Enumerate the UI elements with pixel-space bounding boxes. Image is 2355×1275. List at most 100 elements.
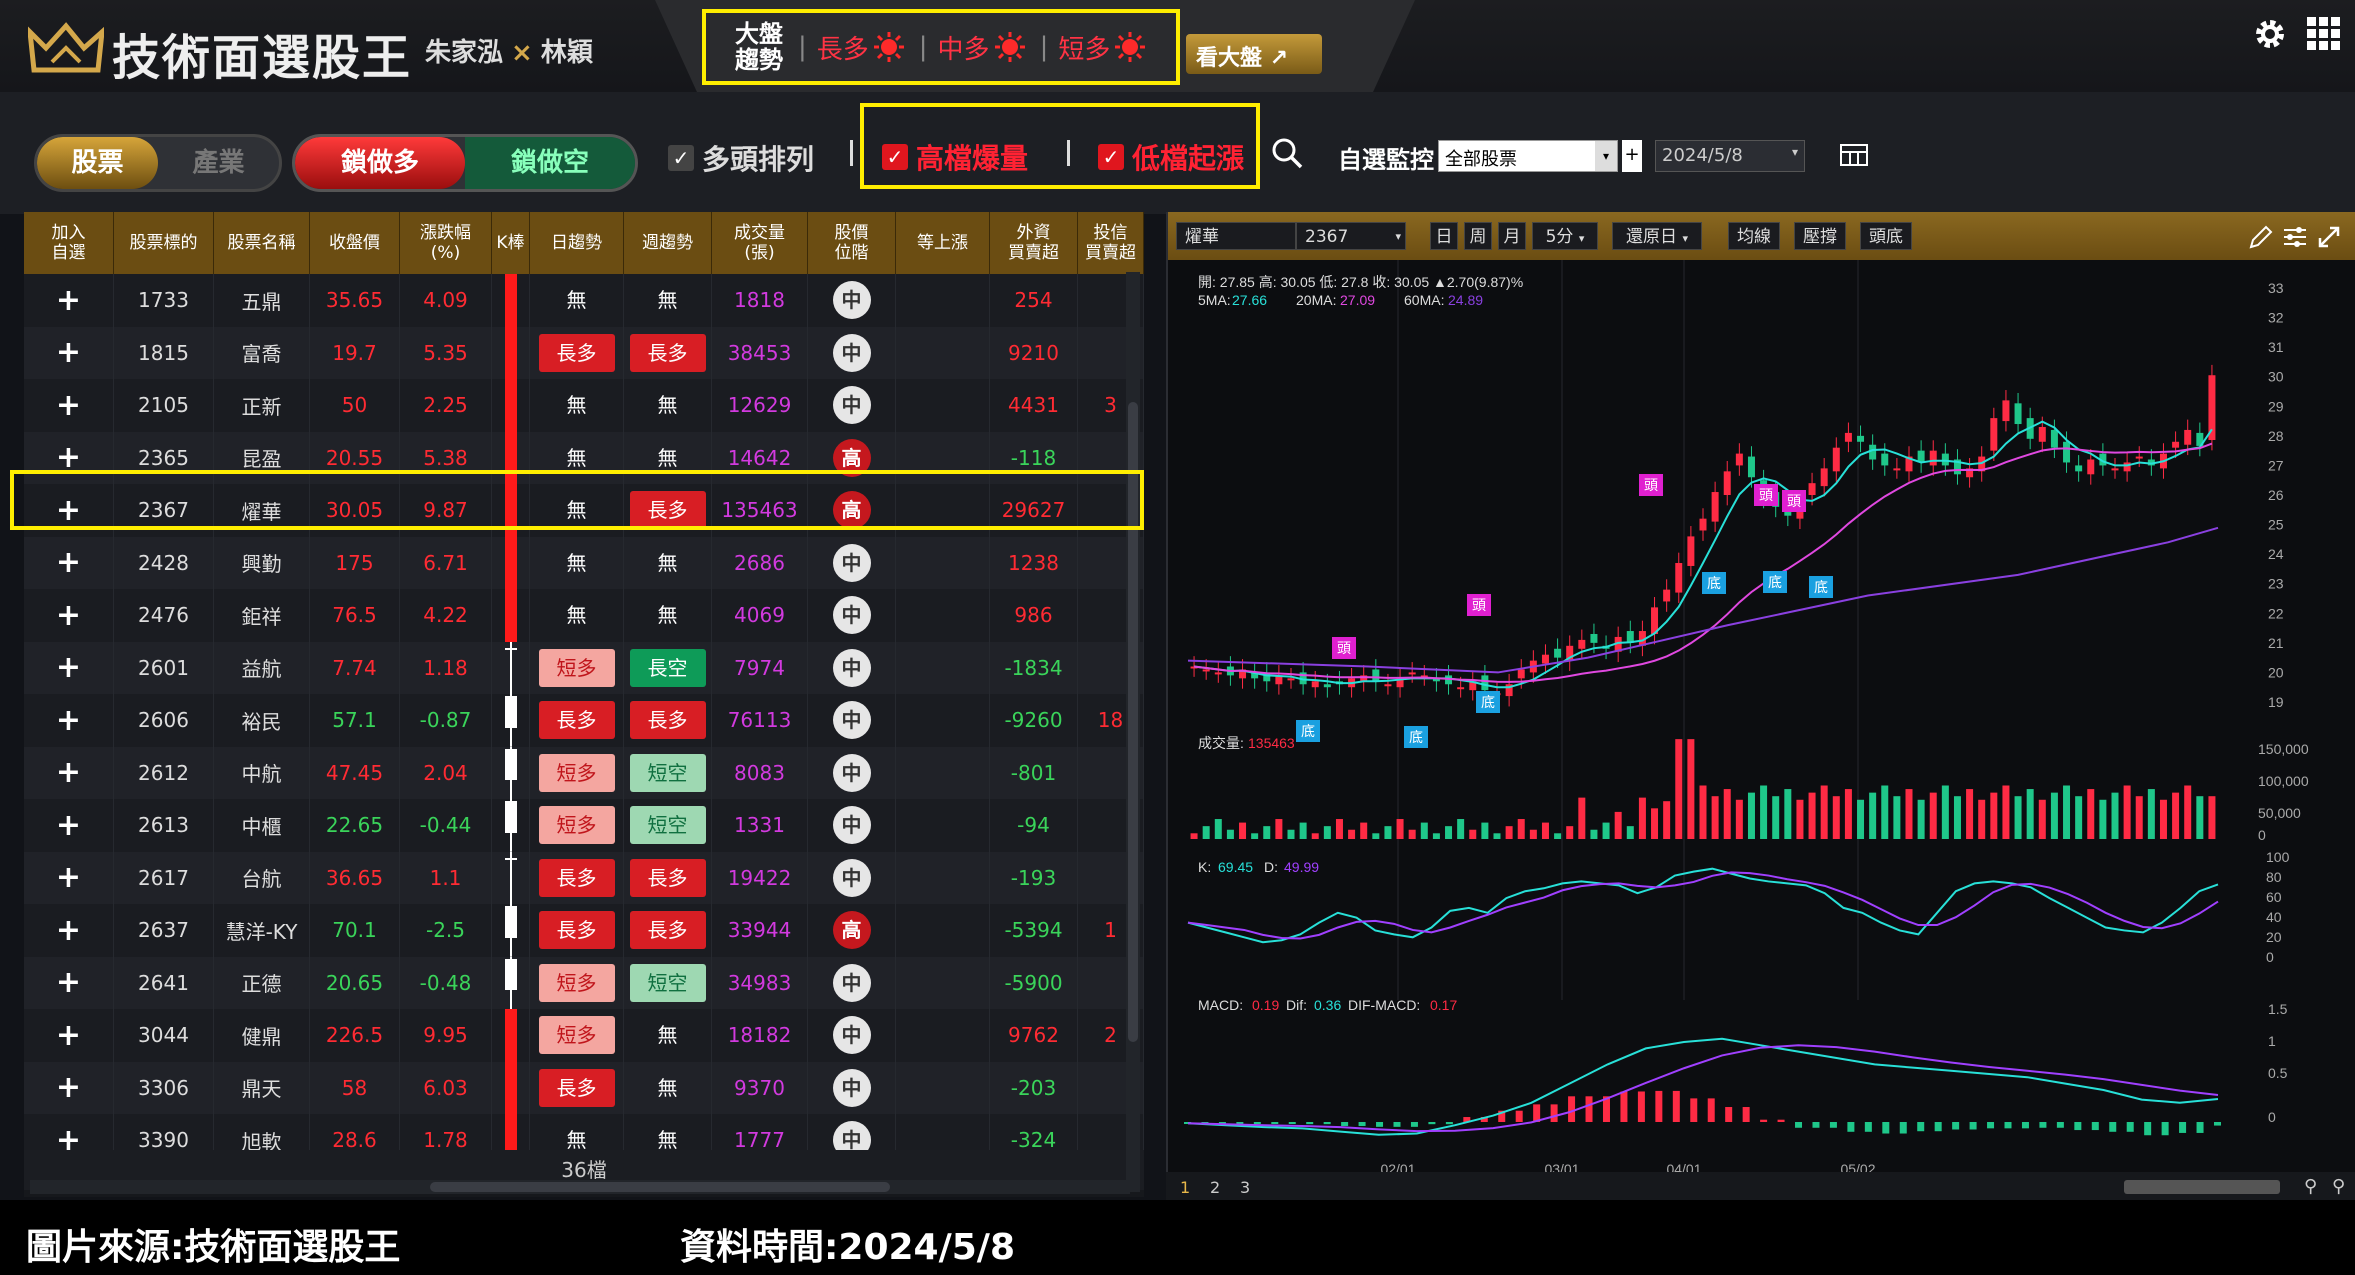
add-watch-button[interactable]: + — [1622, 140, 1642, 172]
table-vertical-scrollbar[interactable] — [1126, 272, 1140, 1192]
sun-icon — [873, 32, 904, 62]
zoom-in-icon[interactable]: ⚲ — [2332, 1176, 2345, 1197]
plus-icon[interactable]: + — [56, 965, 81, 1000]
wait-rise — [896, 746, 990, 799]
plus-icon[interactable]: + — [56, 493, 81, 528]
table-row[interactable]: +2601 益航 7.74 1.18 短多 長空 7974 中 -1834 — [24, 641, 1144, 694]
symbol-name-field[interactable]: 燿華 — [1176, 222, 1296, 250]
plus-icon[interactable]: + — [56, 283, 81, 318]
table-row[interactable]: +2105 正新 50 2.25 無無 12629 中 4431 3 — [24, 379, 1144, 432]
day-trend-tag: 無 — [566, 288, 587, 313]
volume-bar — [1554, 833, 1562, 839]
plus-icon[interactable]: + — [56, 545, 81, 580]
day-trend-tag: 無 — [566, 550, 587, 575]
gear-icon[interactable] — [2252, 16, 2288, 52]
macd-histogram-bar — [1585, 1096, 1593, 1122]
interval-select[interactable]: 5分 ▾ — [1532, 222, 1598, 250]
app-grid-icon[interactable] — [2306, 16, 2342, 52]
table-row[interactable]: +2365 昆盈 20.55 5.38 無 無 14642 高 -118 — [24, 431, 1144, 484]
low-rise-checkbox[interactable]: ✓ 低檔起漲 — [1098, 137, 1244, 177]
table-row[interactable]: +2617 台航 36.65 1.1 長多 長多 19422 中 -193 — [24, 851, 1144, 904]
add-watch-cell: + — [24, 641, 114, 694]
table-row[interactable]: +1815 富喬 19.7 5.35 長多 長多 38453 中 9210 — [24, 326, 1144, 379]
volume-bar — [2147, 789, 2155, 839]
stock-code: 2476 — [114, 589, 214, 642]
plus-icon[interactable]: + — [56, 335, 81, 370]
page-tab[interactable]: 3 — [1240, 1178, 1250, 1197]
bull-align-checkbox[interactable]: ✓ 多頭排列 — [668, 138, 814, 178]
page-tab[interactable]: 1 — [1180, 1178, 1190, 1197]
price-position-badge: 中 — [832, 858, 871, 897]
plus-icon[interactable]: + — [56, 598, 81, 633]
watch-list-select[interactable]: 全部股票 ▾ — [1438, 140, 1618, 172]
plus-icon[interactable]: + — [56, 440, 81, 475]
table-row[interactable]: +2637 慧洋-KY 70.1 -2.5 長多 長多 33944 高 -5394 1 — [24, 904, 1144, 957]
ma20-value: 27.09 — [1340, 292, 1375, 308]
kline-chart[interactable]: 33 32 31 30 29 28 27 26 25 24 23 22 21 20 19 開: 27.85 高… — [1168, 260, 2355, 1180]
tab-stock[interactable]: 股票 — [37, 137, 158, 189]
scrollbar-thumb[interactable] — [430, 1182, 890, 1192]
high-volume-checkbox[interactable]: ✓ 高檔爆量 — [882, 137, 1028, 177]
sliders-icon[interactable] — [2282, 224, 2308, 250]
chevron-down-icon: ▾ — [1791, 145, 1798, 159]
tab-lock-short[interactable]: 鎖做空 — [465, 137, 635, 189]
plus-icon[interactable]: + — [56, 755, 81, 790]
restore-select[interactable]: 還原日 ▾ — [1612, 222, 1702, 250]
price-tick: 22 — [2268, 605, 2284, 621]
plus-icon[interactable]: + — [56, 808, 81, 843]
table-row[interactable]: +2428 興勤 175 6.71 無 無 2686 中 1238 — [24, 536, 1144, 589]
chart-scrollbar-thumb[interactable] — [2124, 1180, 2280, 1194]
week-trend-tag: 長多 — [629, 491, 706, 530]
btn-ma[interactable]: 均線 — [1728, 222, 1780, 250]
plus-icon[interactable]: + — [56, 1070, 81, 1105]
table-row[interactable]: +2613 中櫃 22.65 -0.44 短多 短空 1331 中 -94 — [24, 799, 1144, 852]
page-tab[interactable]: 2 — [1210, 1178, 1220, 1197]
volume: 1331 — [712, 799, 808, 852]
table-settings-icon[interactable] — [1840, 144, 1870, 168]
table-row[interactable]: +1733 五鼎 35.65 4.09 無 無 1818 中 254 — [24, 274, 1144, 327]
plus-icon[interactable]: + — [56, 1018, 81, 1053]
tab-industry[interactable]: 產業 — [158, 137, 279, 189]
table-row[interactable]: +2367 燿華 30.05 9.87 無 長多 135463 高 29627 — [24, 484, 1144, 537]
top-marker: 頭 — [1754, 484, 1778, 506]
btn-day[interactable]: 日 — [1430, 222, 1458, 250]
plus-icon[interactable]: + — [56, 703, 81, 738]
symbol-code-select[interactable]: 2367 ▾ — [1296, 222, 1406, 250]
plus-icon[interactable]: + — [56, 860, 81, 895]
day-trend-tag: 無 — [566, 393, 587, 418]
trend-chart-icon: ↗ — [1269, 46, 1289, 71]
btn-week[interactable]: 周 — [1464, 222, 1492, 250]
date-select[interactable]: 2024/5/8 ▾ — [1655, 140, 1805, 172]
view-market-button[interactable]: 看大盤 ↗ — [1186, 34, 1322, 74]
plus-icon[interactable]: + — [56, 913, 81, 948]
volume-bar — [1857, 799, 1865, 839]
stock-table-panel: 加入 自選 股票標的 股票名稱 收盤價 漲跌幅 (%) K棒 日趨勢 週趨勢 成交量 (張) 股價… — [24, 212, 1144, 1197]
table-row[interactable]: +3306 鼎天 58 6.03 長多 無 9370 中 -203 — [24, 1061, 1144, 1114]
table-row[interactable]: +2476 鉅祥 76.5 4.22 無 無 4069 中 986 — [24, 589, 1144, 642]
day-trend-tag: 短多 — [538, 963, 615, 1002]
btn-pressure[interactable]: 壓撐 — [1794, 222, 1846, 250]
table-row[interactable]: +2641 正德 20.65 -0.48 短多 短空 34983 中 -5900 — [24, 956, 1144, 1009]
btn-top-bottom[interactable]: 頭底 — [1860, 222, 1912, 250]
pencil-icon[interactable] — [2248, 224, 2274, 250]
tab-lock-long[interactable]: 鎖做多 — [295, 137, 465, 189]
table-row[interactable]: +2612 中航 47.45 2.04 短多 短空 8083 中 -801 — [24, 746, 1144, 799]
candle-body — [1857, 435, 1865, 442]
volume-bar — [1529, 829, 1537, 839]
scrollbar-thumb[interactable] — [1128, 402, 1138, 1042]
table-horizontal-scrollbar[interactable] — [30, 1180, 1130, 1194]
table-row[interactable]: +3044 健鼎 226.5 9.95 短多無 18182 中 9762 2 — [24, 1009, 1144, 1062]
kbar-cell — [492, 746, 530, 799]
candle-body — [1578, 639, 1586, 649]
btn-month[interactable]: 月 — [1498, 222, 1526, 250]
price-position-cell: 中 — [808, 274, 896, 327]
day-trend-tag: 短多 — [538, 753, 615, 792]
volume: 76113 — [712, 694, 808, 747]
expand-icon[interactable] — [2316, 224, 2342, 250]
plus-icon[interactable]: + — [56, 388, 81, 423]
table-row[interactable]: +2606 裕民 57.1 -0.87 長多 長多 76113 中 -9260 18 — [24, 694, 1144, 747]
stock-name: 富喬 — [214, 326, 310, 379]
zoom-out-icon[interactable]: ⚲ — [2304, 1176, 2317, 1197]
plus-icon[interactable]: + — [56, 650, 81, 685]
search-icon[interactable] — [1270, 136, 1304, 170]
